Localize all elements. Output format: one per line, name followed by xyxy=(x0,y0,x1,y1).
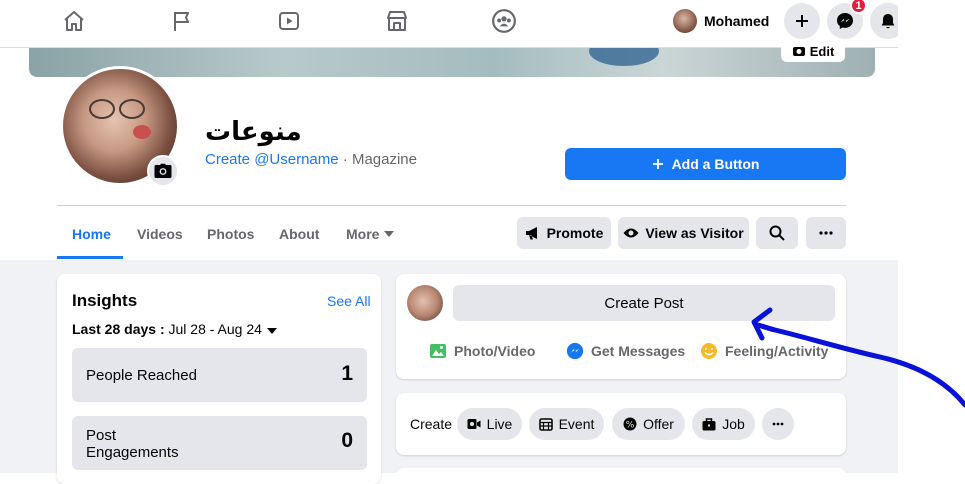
tab-videos[interactable]: Videos xyxy=(137,226,183,242)
action-label: Feeling/Activity xyxy=(725,343,829,359)
view-as-visitor-label: View as Visitor xyxy=(645,225,744,241)
cover-photo xyxy=(29,48,875,77)
header-divider xyxy=(57,205,846,206)
bell-icon xyxy=(881,14,895,29)
watch-video-icon[interactable] xyxy=(274,8,304,34)
get-messages-action[interactable]: Get Messages xyxy=(566,341,685,361)
tab-about[interactable]: About xyxy=(279,226,319,242)
more-options-button[interactable] xyxy=(806,217,846,249)
user-avatar xyxy=(673,9,697,33)
page-subtitle: Create @Username · Magazine xyxy=(205,151,417,168)
offer-tag-icon: % xyxy=(623,417,637,431)
eye-icon xyxy=(623,228,639,238)
stat-label: Post Engagements xyxy=(86,427,179,461)
user-profile-chip[interactable]: Mohamed xyxy=(673,8,769,34)
camera-icon xyxy=(792,47,805,56)
user-name: Mohamed xyxy=(704,13,770,29)
subtitle-separator: · xyxy=(338,151,352,168)
megaphone-icon xyxy=(525,227,537,240)
create-post-button[interactable]: Create Post xyxy=(453,285,835,321)
add-a-button-label: Add a Button xyxy=(671,156,760,172)
insights-date-range[interactable]: Last 28 days : Jul 28 - Aug 24 xyxy=(72,321,277,337)
active-tab-indicator xyxy=(57,256,123,259)
tab-home[interactable]: Home xyxy=(72,226,111,242)
plus-icon xyxy=(652,159,663,169)
ellipsis-icon xyxy=(772,422,784,426)
camera-icon xyxy=(154,163,172,178)
create-offer-button[interactable]: % Offer xyxy=(612,408,685,440)
tab-more[interactable]: More xyxy=(346,226,395,242)
pill-label: Job xyxy=(722,416,745,432)
tab-more-label: More xyxy=(346,226,380,242)
create-event-button[interactable]: Event xyxy=(529,408,604,440)
add-a-button-button[interactable]: Add a Button xyxy=(565,148,846,180)
page-category: Magazine xyxy=(351,151,417,168)
edit-cover-label: Edit xyxy=(809,43,835,59)
home-icon[interactable] xyxy=(59,8,89,34)
briefcase-icon xyxy=(702,417,716,430)
promote-button[interactable]: Promote xyxy=(517,217,611,249)
messenger-icon xyxy=(566,342,584,360)
edit-cover-button[interactable]: Edit xyxy=(781,40,845,62)
caret-down-icon xyxy=(384,231,395,237)
view-as-visitor-button[interactable]: View as Visitor xyxy=(618,217,749,249)
create-live-button[interactable]: Live xyxy=(457,408,522,440)
stat-label: People Reached xyxy=(86,367,197,384)
pill-label: Live xyxy=(486,416,513,432)
date-range-value: Jul 28 - Aug 24 xyxy=(164,321,262,337)
svg-text:%: % xyxy=(626,421,635,431)
create-username-link[interactable]: Create @Username xyxy=(205,151,339,168)
video-camera-icon xyxy=(467,419,481,429)
create-plus-button[interactable] xyxy=(784,3,820,39)
plus-icon xyxy=(796,15,808,27)
messenger-icon xyxy=(837,13,853,29)
promote-label: Promote xyxy=(546,225,604,241)
action-label: Photo/Video xyxy=(454,343,536,359)
action-label: Get Messages xyxy=(591,343,686,359)
update-profile-picture-button[interactable] xyxy=(147,155,179,187)
pill-label: Offer xyxy=(643,416,674,432)
date-range-label: Last 28 days : xyxy=(72,321,165,337)
stat-value: 0 xyxy=(341,429,353,452)
caret-down-icon xyxy=(266,328,277,334)
smiley-icon xyxy=(701,343,717,359)
create-more-button[interactable] xyxy=(762,408,794,440)
insights-title: Insights xyxy=(72,291,138,310)
tab-photos[interactable]: Photos xyxy=(207,226,254,242)
photo-video-action[interactable]: Photo/Video xyxy=(429,341,535,361)
flag-icon[interactable] xyxy=(167,8,197,34)
top-navigation-bar: Mohamed 1 xyxy=(0,0,906,48)
right-gutter xyxy=(898,0,965,473)
ellipsis-icon xyxy=(819,231,833,235)
calendar-icon xyxy=(538,418,553,431)
create-label: Create xyxy=(410,416,453,432)
post-engagements-stat[interactable]: Post Engagements 0 xyxy=(72,416,367,470)
notification-badge: 1 xyxy=(850,0,867,14)
page-title: منوعات xyxy=(205,117,302,147)
groups-icon[interactable] xyxy=(489,8,519,34)
photo-icon xyxy=(430,344,446,358)
pill-label: Event xyxy=(558,416,595,432)
marketplace-icon[interactable] xyxy=(382,8,412,34)
search-icon xyxy=(769,225,785,241)
feeling-activity-action[interactable]: Feeling/Activity xyxy=(700,341,828,361)
create-job-button[interactable]: Job xyxy=(692,408,755,440)
next-card-edge xyxy=(396,468,846,478)
stat-value: 1 xyxy=(341,362,353,385)
search-button[interactable] xyxy=(756,217,798,249)
page-avatar xyxy=(407,285,443,321)
insights-see-all-link[interactable]: See All xyxy=(327,293,371,309)
people-reached-stat[interactable]: People Reached 1 xyxy=(72,348,367,402)
